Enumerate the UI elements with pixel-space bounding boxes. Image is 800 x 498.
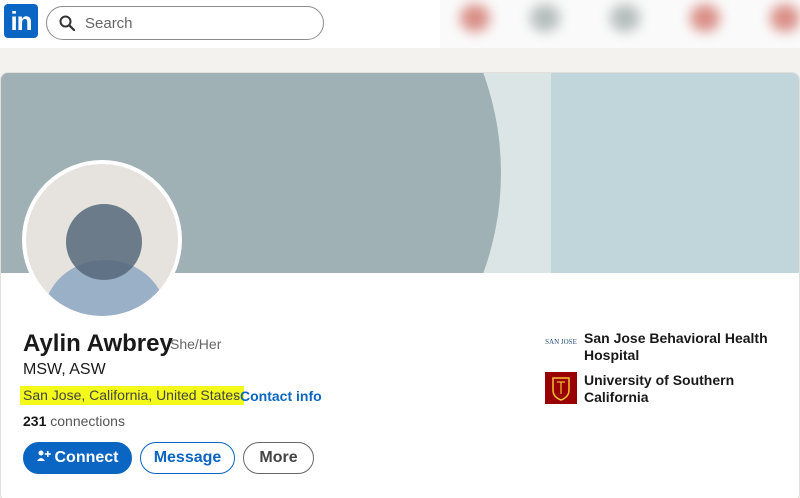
org-name: San Jose Behavioral Health Hospital [584, 330, 768, 363]
profile-name: Aylin Awbrey [23, 330, 173, 357]
profile-avatar[interactable] [22, 160, 182, 320]
connections-number: 231 [23, 413, 47, 429]
top-nav: in [0, 0, 800, 48]
add-person-icon [36, 450, 51, 461]
search-bar[interactable] [46, 6, 324, 40]
search-input[interactable] [85, 13, 305, 33]
profile-pronouns: She/Her [170, 336, 222, 352]
avatar-head-shape [66, 204, 142, 280]
linkedin-logo-icon[interactable]: in [4, 4, 38, 38]
search-icon [59, 15, 75, 31]
connections-count[interactable]: 231 connections [23, 413, 125, 429]
contact-info-link[interactable]: Contact info [240, 388, 322, 404]
profile-location: San Jose, California, United States [20, 386, 245, 405]
more-button[interactable]: More [243, 442, 314, 474]
connect-button[interactable]: Connect [23, 442, 132, 474]
profile-headline: MSW, ASW [23, 361, 106, 378]
usc-seal-icon [545, 372, 577, 404]
org-name: University of Southern California [584, 372, 735, 405]
nav-items-blurred [440, 0, 800, 48]
connections-label: connections [50, 413, 125, 429]
message-button[interactable]: Message [140, 442, 235, 474]
sjbh-logo-icon: SAN JOSE [545, 338, 577, 346]
connect-label: Connect [54, 449, 119, 466]
location-separator: · [233, 388, 238, 404]
